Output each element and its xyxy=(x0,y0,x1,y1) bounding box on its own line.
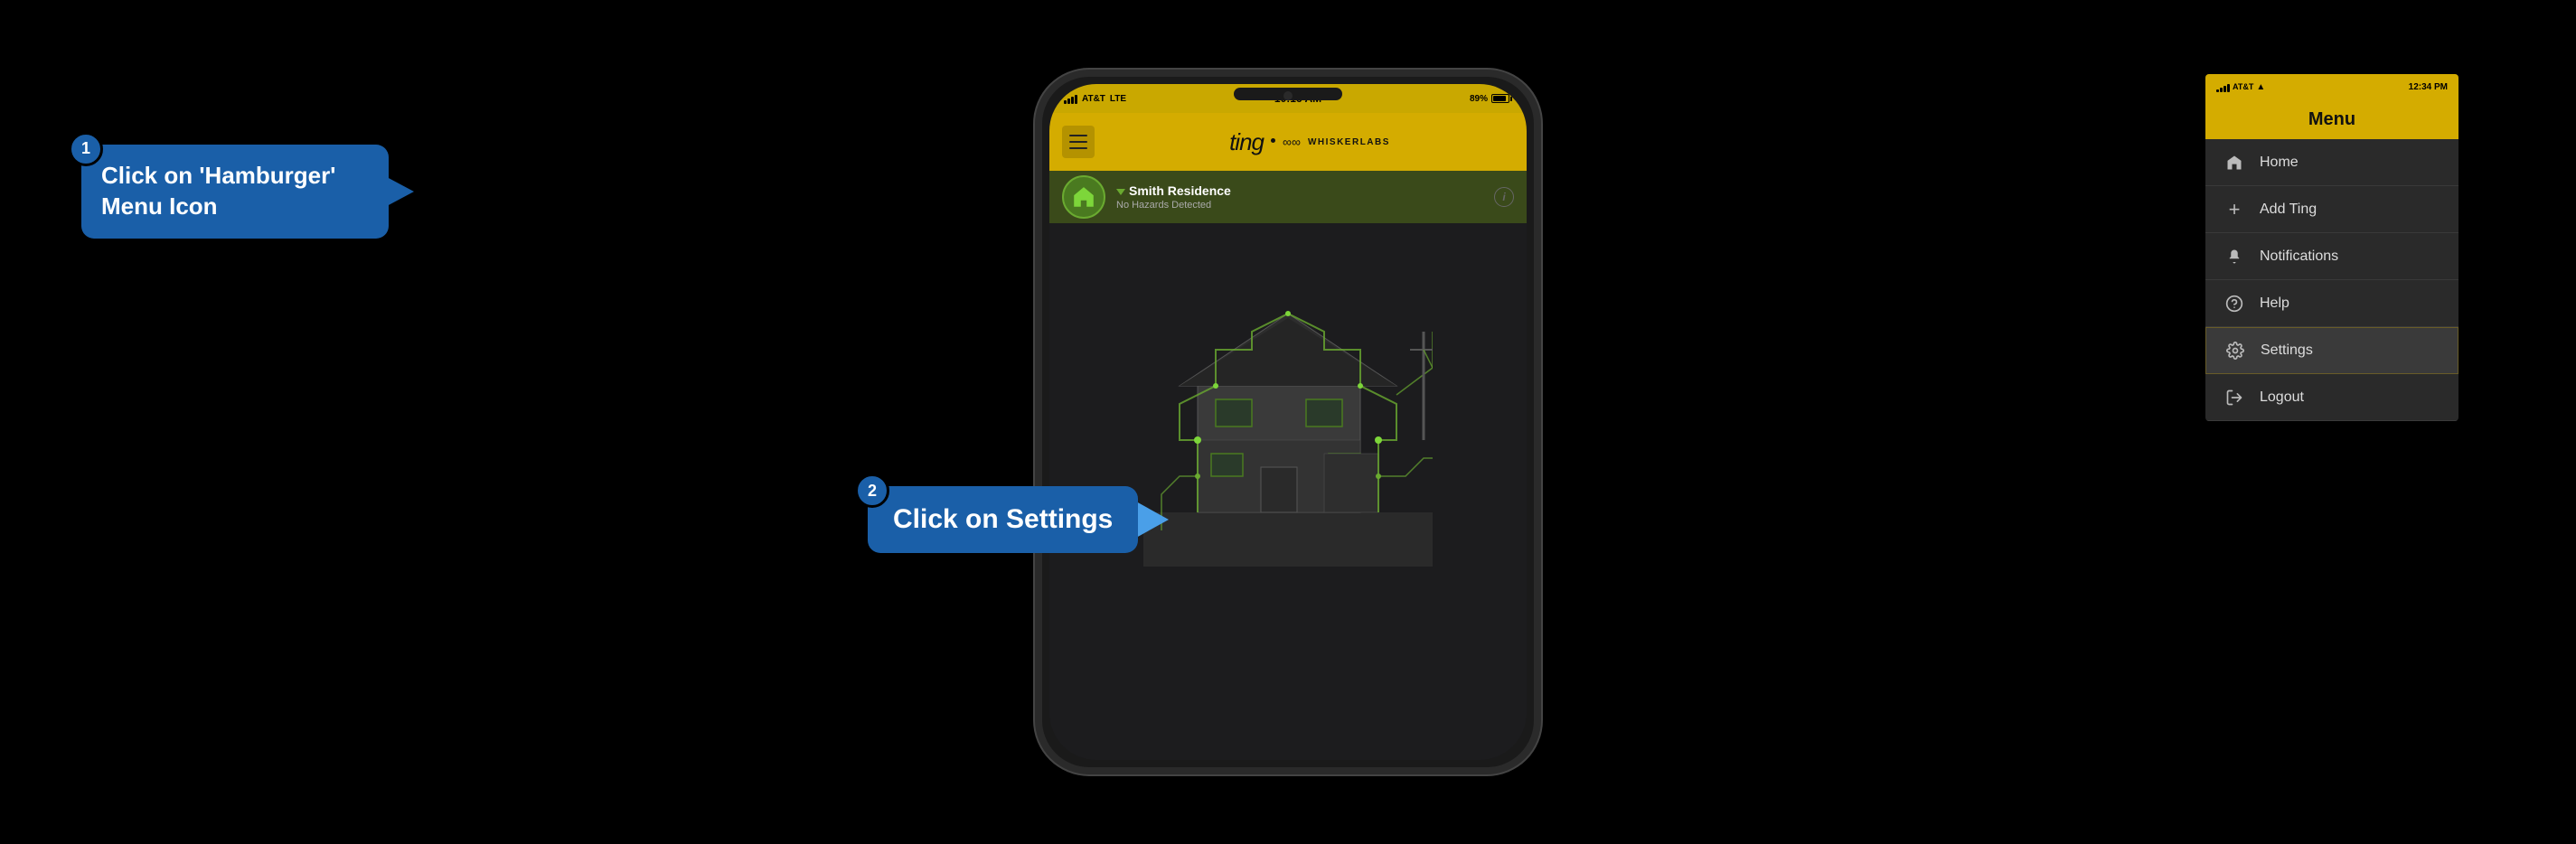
house-svg-icon xyxy=(1071,184,1096,210)
menu-status-carrier: AT&T ▲ xyxy=(2216,81,2265,92)
status-bar-left: AT&T LTE xyxy=(1064,93,1126,104)
step-1-number: 1 xyxy=(69,132,103,166)
house-detailed-svg xyxy=(1143,259,1433,567)
location-triangle-icon xyxy=(1116,189,1125,195)
notifications-menu-icon xyxy=(2223,246,2245,267)
logo-separator: ∞∞ xyxy=(1283,135,1301,149)
location-name: Smith Residence xyxy=(1116,183,1483,198)
app-logo: ting ∞∞ WHISKERLABS xyxy=(1105,128,1514,156)
network-label: LTE xyxy=(1110,94,1126,104)
step-2-arrow-icon xyxy=(1136,502,1169,538)
menu-item-settings[interactable]: Settings xyxy=(2205,327,2458,374)
step-1-arrow-icon xyxy=(387,177,414,206)
whiskerlabs-logo: WHISKERLABS xyxy=(1308,137,1390,147)
menu-time: 12:34 PM xyxy=(2409,82,2448,92)
step-2-bubble: 2 Click on Settings xyxy=(868,486,1138,553)
step-2-callout: 2 Click on Settings xyxy=(868,486,1169,553)
ting-logo: ting xyxy=(1229,128,1264,156)
location-status: No Hazards Detected xyxy=(1116,200,1483,211)
help-menu-label: Help xyxy=(2260,295,2289,312)
step-2-text: Click on Settings xyxy=(893,504,1113,534)
menu-item-notifications[interactable]: Notifications xyxy=(2205,233,2458,280)
phone-body: AT&T LTE 10:16 AM 89% xyxy=(1035,70,1541,774)
battery-icon xyxy=(1491,94,1512,103)
hamburger-line-2 xyxy=(1069,141,1087,143)
logout-menu-icon xyxy=(2223,387,2245,408)
battery-percent: 89% xyxy=(1470,94,1488,104)
hamburger-line-1 xyxy=(1069,135,1087,136)
home-menu-icon xyxy=(2223,152,2245,173)
menu-signal-icon xyxy=(2216,81,2230,92)
menu-status-bar: AT&T ▲ 12:34 PM xyxy=(2205,74,2458,99)
step-1-bubble: 1 Click on 'Hamburger' Menu Icon xyxy=(81,145,389,239)
settings-menu-icon xyxy=(2224,340,2246,361)
home-menu-label: Home xyxy=(2260,155,2299,171)
info-button[interactable]: i xyxy=(1494,187,1514,207)
help-menu-icon xyxy=(2223,293,2245,314)
menu-wifi-icon: ▲ xyxy=(2256,82,2265,92)
add-ting-menu-label: Add Ting xyxy=(2260,202,2317,218)
menu-item-logout[interactable]: Logout xyxy=(2205,374,2458,421)
step-1-callout: 1 Click on 'Hamburger' Menu Icon xyxy=(81,145,414,239)
status-bar-right: 89% xyxy=(1470,94,1512,104)
carrier-label: AT&T xyxy=(1082,94,1105,104)
phone-screen: AT&T LTE 10:16 AM 89% xyxy=(1049,84,1527,760)
hamburger-line-3 xyxy=(1069,147,1087,149)
notifications-menu-label: Notifications xyxy=(2260,249,2338,265)
app-header: ting ∞∞ WHISKERLABS xyxy=(1049,113,1527,171)
menu-header: Menu xyxy=(2205,99,2458,139)
menu-item-add-ting[interactable]: + Add Ting xyxy=(2205,186,2458,233)
step-1-text: Click on 'Hamburger' Menu Icon xyxy=(101,162,335,220)
house-svg-container xyxy=(1143,259,1433,567)
add-ting-menu-icon: + xyxy=(2223,199,2245,220)
menu-title: Menu xyxy=(2308,109,2355,130)
signal-bars-icon xyxy=(1064,93,1077,104)
location-info: Smith Residence No Hazards Detected xyxy=(1116,183,1483,211)
phone-mockup: AT&T LTE 10:16 AM 89% xyxy=(1035,70,1541,774)
home-location-icon xyxy=(1062,175,1105,219)
logo-dot-decoration xyxy=(1271,138,1275,143)
menu-item-help[interactable]: Help xyxy=(2205,280,2458,327)
menu-item-home[interactable]: Home xyxy=(2205,139,2458,186)
phone-camera xyxy=(1283,91,1293,100)
logout-menu-label: Logout xyxy=(2260,389,2304,406)
settings-menu-label: Settings xyxy=(2261,342,2313,359)
location-bar: Smith Residence No Hazards Detected i xyxy=(1049,171,1527,223)
hamburger-menu-button[interactable] xyxy=(1062,126,1095,158)
step-2-number: 2 xyxy=(855,474,889,508)
side-menu-panel: AT&T ▲ 12:34 PM Menu Home + Add Ting Not… xyxy=(2205,74,2458,421)
menu-carrier-label: AT&T xyxy=(2233,82,2253,91)
